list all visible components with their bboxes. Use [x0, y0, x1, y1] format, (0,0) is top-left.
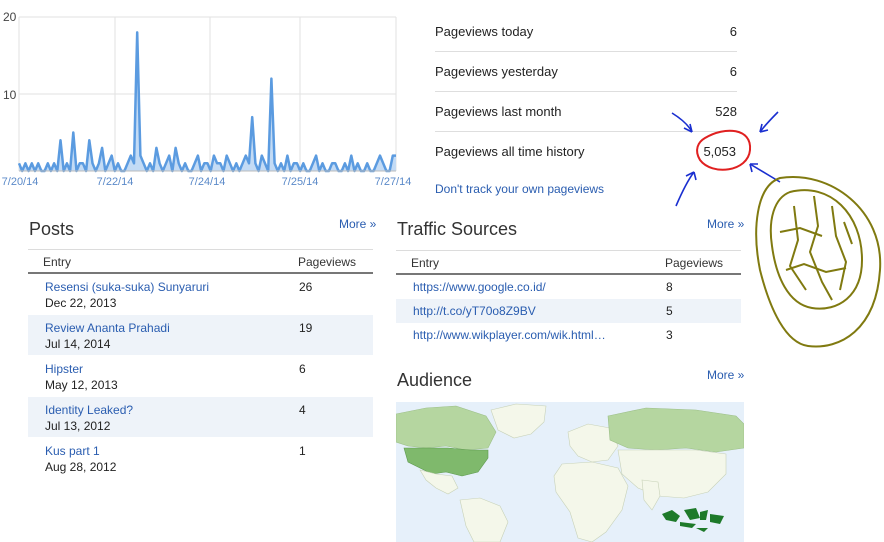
stat-value: 6 — [729, 24, 737, 39]
col-pageviews: Pageviews — [665, 256, 724, 270]
stat-row-yesterday: Pageviews yesterday 6 — [435, 51, 737, 92]
post-title-link[interactable]: Identity Leaked? — [45, 403, 133, 417]
y-tick-label: 10 — [3, 88, 17, 102]
post-pageviews: 1 — [299, 444, 306, 458]
post-title-link[interactable]: Hipster — [45, 362, 83, 376]
post-pageviews: 19 — [299, 321, 313, 335]
traffic-title: Traffic Sources — [397, 219, 518, 239]
post-date: Aug 28, 2012 — [45, 460, 117, 474]
traffic-source-link[interactable]: https://www.google.co.id/ — [413, 280, 546, 294]
x-tick-label: 7/27/14 — [374, 176, 412, 188]
pageviews-chart-svg — [17, 16, 397, 173]
post-date: Jul 13, 2012 — [45, 419, 111, 433]
posts-more-link[interactable]: More » — [339, 217, 376, 231]
stat-label: Pageviews yesterday — [435, 64, 558, 79]
stat-label: Pageviews today — [435, 24, 534, 39]
map-russia — [607, 407, 744, 453]
table-row: http://www.wikplayer.com/wik.html… 3 — [396, 323, 741, 347]
olive-globe-doodle — [755, 176, 882, 348]
chart-series-line — [17, 31, 396, 173]
traffic-table-header: Entry Pageviews — [396, 250, 741, 275]
traffic-more-link[interactable]: More » — [707, 217, 744, 231]
posts-table-header: Entry Pageviews — [28, 249, 373, 274]
dont-track-link[interactable]: Don't track your own pageviews — [435, 182, 604, 196]
post-date: Dec 22, 2013 — [45, 296, 117, 310]
traffic-source-link[interactable]: http://t.co/yT70o8Z9BV — [413, 304, 536, 318]
col-entry: Entry — [43, 255, 72, 269]
col-entry: Entry — [411, 256, 440, 270]
post-date: May 12, 2013 — [45, 378, 118, 392]
post-title-link[interactable]: Resensi (suka-suka) Sunyaruri — [45, 280, 209, 294]
post-date: Jul 14, 2014 — [45, 337, 111, 351]
stat-value: 6 — [729, 64, 737, 79]
post-pageviews: 6 — [299, 362, 306, 376]
stat-row-all-time: Pageviews all time history 5,053 — [435, 131, 737, 171]
stat-label: Pageviews last month — [435, 104, 562, 119]
audience-world-map[interactable] — [396, 402, 744, 542]
x-tick-label: 7/25/14 — [281, 176, 319, 188]
traffic-table: Entry Pageviews https://www.google.co.id… — [396, 250, 741, 347]
traffic-pageviews: 8 — [666, 280, 673, 294]
stat-row-today: Pageviews today 6 — [435, 11, 737, 52]
table-row: http://t.co/yT70o8Z9BV 5 — [396, 299, 741, 323]
pageviews-chart: 20 10 7/20/14 7/22/14 7/24/14 7/25/14 7/… — [0, 0, 412, 200]
traffic-source-link[interactable]: http://www.wikplayer.com/wik.html… — [413, 328, 606, 342]
audience-more-link[interactable]: More » — [707, 368, 744, 382]
post-pageviews: 4 — [299, 403, 306, 417]
stat-value: 5,053 — [703, 144, 736, 159]
stat-row-last-month: Pageviews last month 528 — [435, 91, 737, 132]
table-row: Identity Leaked? Jul 13, 2012 4 — [28, 397, 373, 438]
table-row: Review Ananta Prahadi Jul 14, 2014 19 — [28, 315, 373, 356]
post-pageviews: 26 — [299, 280, 313, 294]
audience-title: Audience — [397, 370, 473, 390]
x-tick-label: 7/20/14 — [1, 176, 39, 188]
post-title-link[interactable]: Review Ananta Prahadi — [45, 321, 170, 335]
table-row: Kus part 1 Aug 28, 2012 1 — [28, 438, 373, 479]
traffic-pageviews: 3 — [666, 328, 673, 342]
stat-value: 528 — [715, 104, 737, 119]
col-pageviews: Pageviews — [298, 255, 357, 269]
table-row: https://www.google.co.id/ 8 — [396, 275, 741, 299]
x-tick-label: 7/22/14 — [96, 176, 134, 188]
posts-table: Entry Pageviews Resensi (suka-suka) Suny… — [28, 249, 373, 479]
x-tick-label: 7/24/14 — [188, 176, 226, 188]
post-title-link[interactable]: Kus part 1 — [45, 444, 100, 458]
y-tick-label: 20 — [3, 10, 17, 24]
table-row: Resensi (suka-suka) Sunyaruri Dec 22, 20… — [28, 274, 373, 315]
traffic-pageviews: 5 — [666, 304, 673, 318]
table-row: Hipster May 12, 2013 6 — [28, 356, 373, 397]
stat-label: Pageviews all time history — [435, 144, 585, 159]
posts-title: Posts — [29, 219, 75, 239]
